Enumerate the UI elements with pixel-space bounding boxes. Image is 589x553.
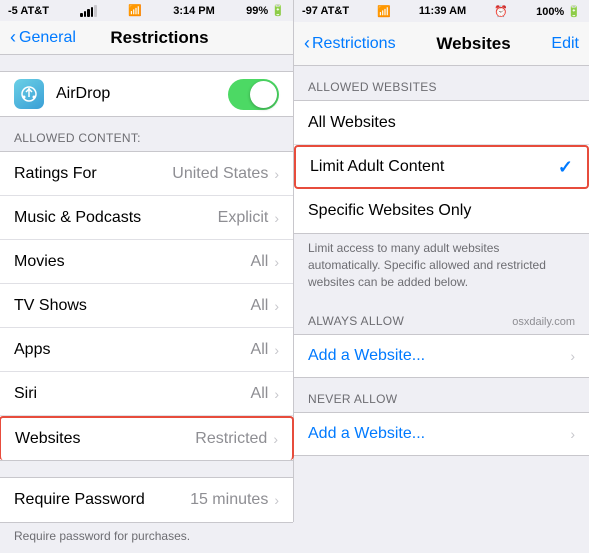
chevron-icon: › [274, 166, 279, 182]
require-group: Require Password 15 minutes › [0, 477, 293, 523]
chevron-icon: › [274, 386, 279, 402]
nav-back-label-left[interactable]: General [19, 29, 76, 47]
tv-shows-value: All [251, 297, 269, 315]
nav-back-left[interactable]: ‹ General [10, 27, 76, 48]
chevron-icon: › [274, 342, 279, 358]
chevron-icon: › [274, 210, 279, 226]
siri-value: All [251, 385, 269, 403]
nav-back-right[interactable]: ‹ Restrictions [304, 33, 396, 54]
never-allow-add-row[interactable]: Add a Website... › [294, 412, 589, 456]
status-bar-left: -5 AT&T 📶 3:14 PM 99% 🔋 [0, 0, 293, 21]
movies-value: All [251, 253, 269, 271]
time-left: 3:14 PM [173, 5, 215, 17]
never-allow-header: NEVER ALLOW [294, 378, 589, 412]
limit-adult-description: Limit access to many adult websites auto… [294, 234, 589, 300]
chevron-back-icon-left: ‹ [10, 27, 16, 48]
airdrop-label: AirDrop [56, 85, 216, 103]
right-panel: -97 AT&T 📶 11:39 AM ⏰ 100% 🔋 ‹ Restricti… [294, 0, 589, 522]
movies-label: Movies [14, 253, 251, 271]
specific-websites-row[interactable]: Specific Websites Only [294, 189, 589, 233]
wifi-icon-right: 📶 [377, 5, 391, 18]
airdrop-toggle[interactable] [228, 79, 279, 110]
carrier-right: -97 AT&T [302, 5, 349, 17]
airdrop-row: AirDrop [14, 72, 279, 116]
nav-bar-right: ‹ Restrictions Websites Edit [294, 22, 589, 66]
battery-left: 99% 🔋 [246, 4, 285, 17]
ratings-for-label: Ratings For [14, 165, 172, 183]
music-podcasts-label: Music & Podcasts [14, 209, 218, 227]
siri-row[interactable]: Siri All › [0, 372, 293, 416]
chevron-back-icon-right: ‹ [304, 33, 310, 54]
always-allow-header: ALWAYS ALLOW [308, 314, 404, 328]
limit-adult-label: Limit Adult Content [310, 158, 558, 176]
ratings-for-row[interactable]: Ratings For United States › [0, 152, 293, 196]
nav-title-left: Restrictions [76, 28, 243, 48]
all-websites-row[interactable]: All Websites [294, 101, 589, 145]
all-websites-label: All Websites [308, 114, 575, 132]
apps-value: All [251, 341, 269, 359]
require-password-row[interactable]: Require Password 15 minutes › [0, 478, 293, 522]
chevron-icon: › [274, 298, 279, 314]
allowed-content-header: ALLOWED CONTENT: [0, 117, 293, 151]
movies-row[interactable]: Movies All › [0, 240, 293, 284]
tv-shows-row[interactable]: TV Shows All › [0, 284, 293, 328]
apps-label: Apps [14, 341, 251, 359]
alarm-icon: ⏰ [494, 5, 508, 18]
chevron-icon: › [274, 254, 279, 270]
require-password-value: 15 minutes [190, 491, 268, 509]
airdrop-section: AirDrop [0, 71, 293, 117]
carrier-left: -5 AT&T [8, 5, 49, 17]
music-podcasts-value: Explicit [218, 209, 269, 227]
nav-back-label-right[interactable]: Restrictions [312, 35, 396, 53]
allowed-websites-group: All Websites Limit Adult Content ✓ Speci… [294, 100, 589, 234]
chevron-icon: › [570, 348, 575, 364]
siri-label: Siri [14, 385, 251, 403]
apps-row[interactable]: Apps All › [0, 328, 293, 372]
wifi-icon-left: 📶 [128, 4, 142, 17]
always-allow-header-row: ALWAYS ALLOW osxdaily.com [294, 300, 589, 334]
nav-edit-button[interactable]: Edit [551, 35, 579, 53]
websites-row[interactable]: Websites Restricted › [0, 416, 294, 460]
nav-bar-left: ‹ General Restrictions [0, 21, 293, 55]
websites-label: Websites [15, 430, 195, 448]
music-podcasts-row[interactable]: Music & Podcasts Explicit › [0, 196, 293, 240]
require-section: Require Password 15 minutes › Require pa… [0, 461, 293, 553]
chevron-icon: › [274, 492, 279, 508]
nav-title-right: Websites [396, 34, 552, 54]
always-allow-add-label: Add a Website... [308, 347, 570, 365]
status-bar-right: -97 AT&T 📶 11:39 AM ⏰ 100% 🔋 [294, 0, 589, 22]
require-password-label: Require Password [14, 491, 190, 509]
never-allow-add-label: Add a Website... [308, 425, 570, 443]
websites-value: Restricted [195, 430, 267, 448]
always-allow-add-row[interactable]: Add a Website... › [294, 334, 589, 378]
chevron-icon: › [273, 431, 278, 447]
chevron-icon: › [570, 426, 575, 442]
limit-adult-row[interactable]: Limit Adult Content ✓ [294, 145, 589, 189]
ratings-for-value: United States [172, 165, 268, 183]
settings-group-left: Ratings For United States › Music & Podc… [0, 151, 293, 461]
airdrop-icon [14, 79, 44, 109]
battery-right: 100% 🔋 [536, 5, 581, 18]
allowed-websites-header: ALLOWED WEBSITES [294, 66, 589, 100]
osxdaily-watermark: osxdaily.com [512, 316, 575, 328]
specific-websites-label: Specific Websites Only [308, 202, 575, 220]
time-right: 11:39 AM [419, 5, 466, 17]
left-panel: -5 AT&T 📶 3:14 PM 99% 🔋 ‹ General Restri… [0, 0, 294, 522]
checkmark-icon: ✓ [558, 157, 573, 178]
signal-bars-left [80, 5, 97, 17]
require-note: Require password for purchases. [0, 523, 293, 553]
tv-shows-label: TV Shows [14, 297, 251, 315]
